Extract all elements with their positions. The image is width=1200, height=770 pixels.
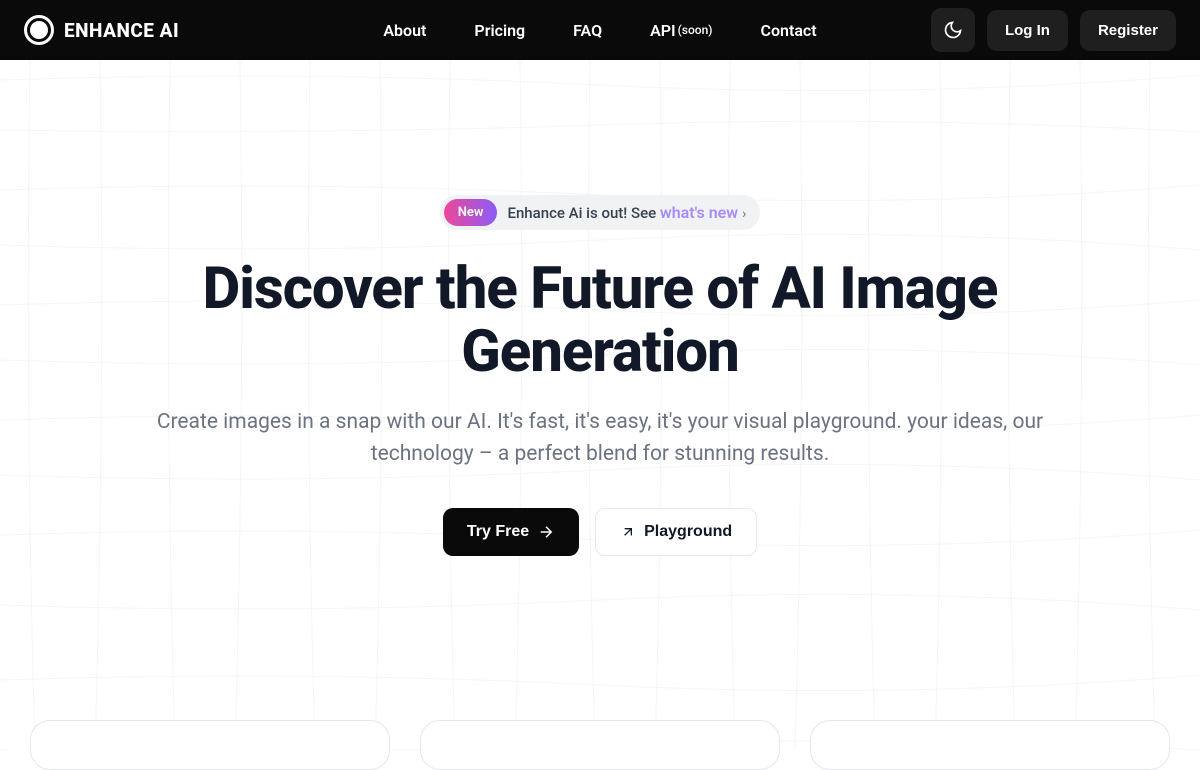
cta-buttons: Try Free Playground: [443, 508, 757, 556]
playground-label: Playground: [644, 523, 732, 541]
nav-label: FAQ: [573, 21, 602, 40]
chevron-right-icon: ›: [742, 206, 746, 222]
register-button[interactable]: Register: [1080, 10, 1176, 51]
feature-card: [810, 720, 1170, 770]
nav-soon-badge: (soon): [678, 23, 713, 37]
hero-subtitle: Create images in a snap with our AI. It'…: [140, 407, 1060, 470]
logo-text: ENHANCE AI: [64, 19, 179, 42]
nav-label: Pricing: [474, 21, 525, 40]
login-button[interactable]: Log In: [987, 10, 1068, 51]
try-free-button[interactable]: Try Free: [443, 508, 579, 556]
try-free-label: Try Free: [467, 523, 529, 541]
nav-faq[interactable]: FAQ: [573, 21, 602, 40]
announcement-text: Enhance Ai is out! See: [507, 204, 659, 222]
theme-toggle[interactable]: [931, 8, 975, 52]
moon-icon: [943, 20, 963, 40]
nav-pricing[interactable]: Pricing: [474, 21, 525, 40]
logo-icon: [24, 15, 54, 45]
arrow-up-right-icon: [620, 524, 636, 540]
announcement-text-wrap: Enhance Ai is out! See what's new ›: [507, 203, 746, 222]
feature-cards-row: [0, 720, 1200, 770]
hero-content: New Enhance Ai is out! See what's new › …: [0, 195, 1200, 556]
hero-title: Discover the Future of AI Image Generati…: [140, 258, 1060, 383]
arrow-right-icon: [537, 523, 555, 541]
nav-about[interactable]: About: [383, 21, 426, 40]
playground-button[interactable]: Playground: [595, 508, 757, 556]
nav-contact[interactable]: Contact: [760, 21, 816, 40]
hero-section: New Enhance Ai is out! See what's new › …: [0, 60, 1200, 750]
feature-card: [420, 720, 780, 770]
feature-card: [30, 720, 390, 770]
nav-label: API: [650, 21, 676, 40]
nav-label: About: [383, 21, 426, 40]
nav-menu: About Pricing FAQ API(soon) Contact: [383, 21, 816, 40]
logo[interactable]: ENHANCE AI: [24, 15, 179, 45]
header-actions: Log In Register: [931, 8, 1176, 52]
nav-label: Contact: [760, 21, 816, 40]
announcement-link: what's new: [660, 203, 738, 222]
header: ENHANCE AI About Pricing FAQ API(soon) C…: [0, 0, 1200, 60]
new-badge: New: [444, 199, 498, 226]
nav-api[interactable]: API(soon): [650, 21, 712, 40]
announcement-pill[interactable]: New Enhance Ai is out! See what's new ›: [440, 195, 761, 230]
